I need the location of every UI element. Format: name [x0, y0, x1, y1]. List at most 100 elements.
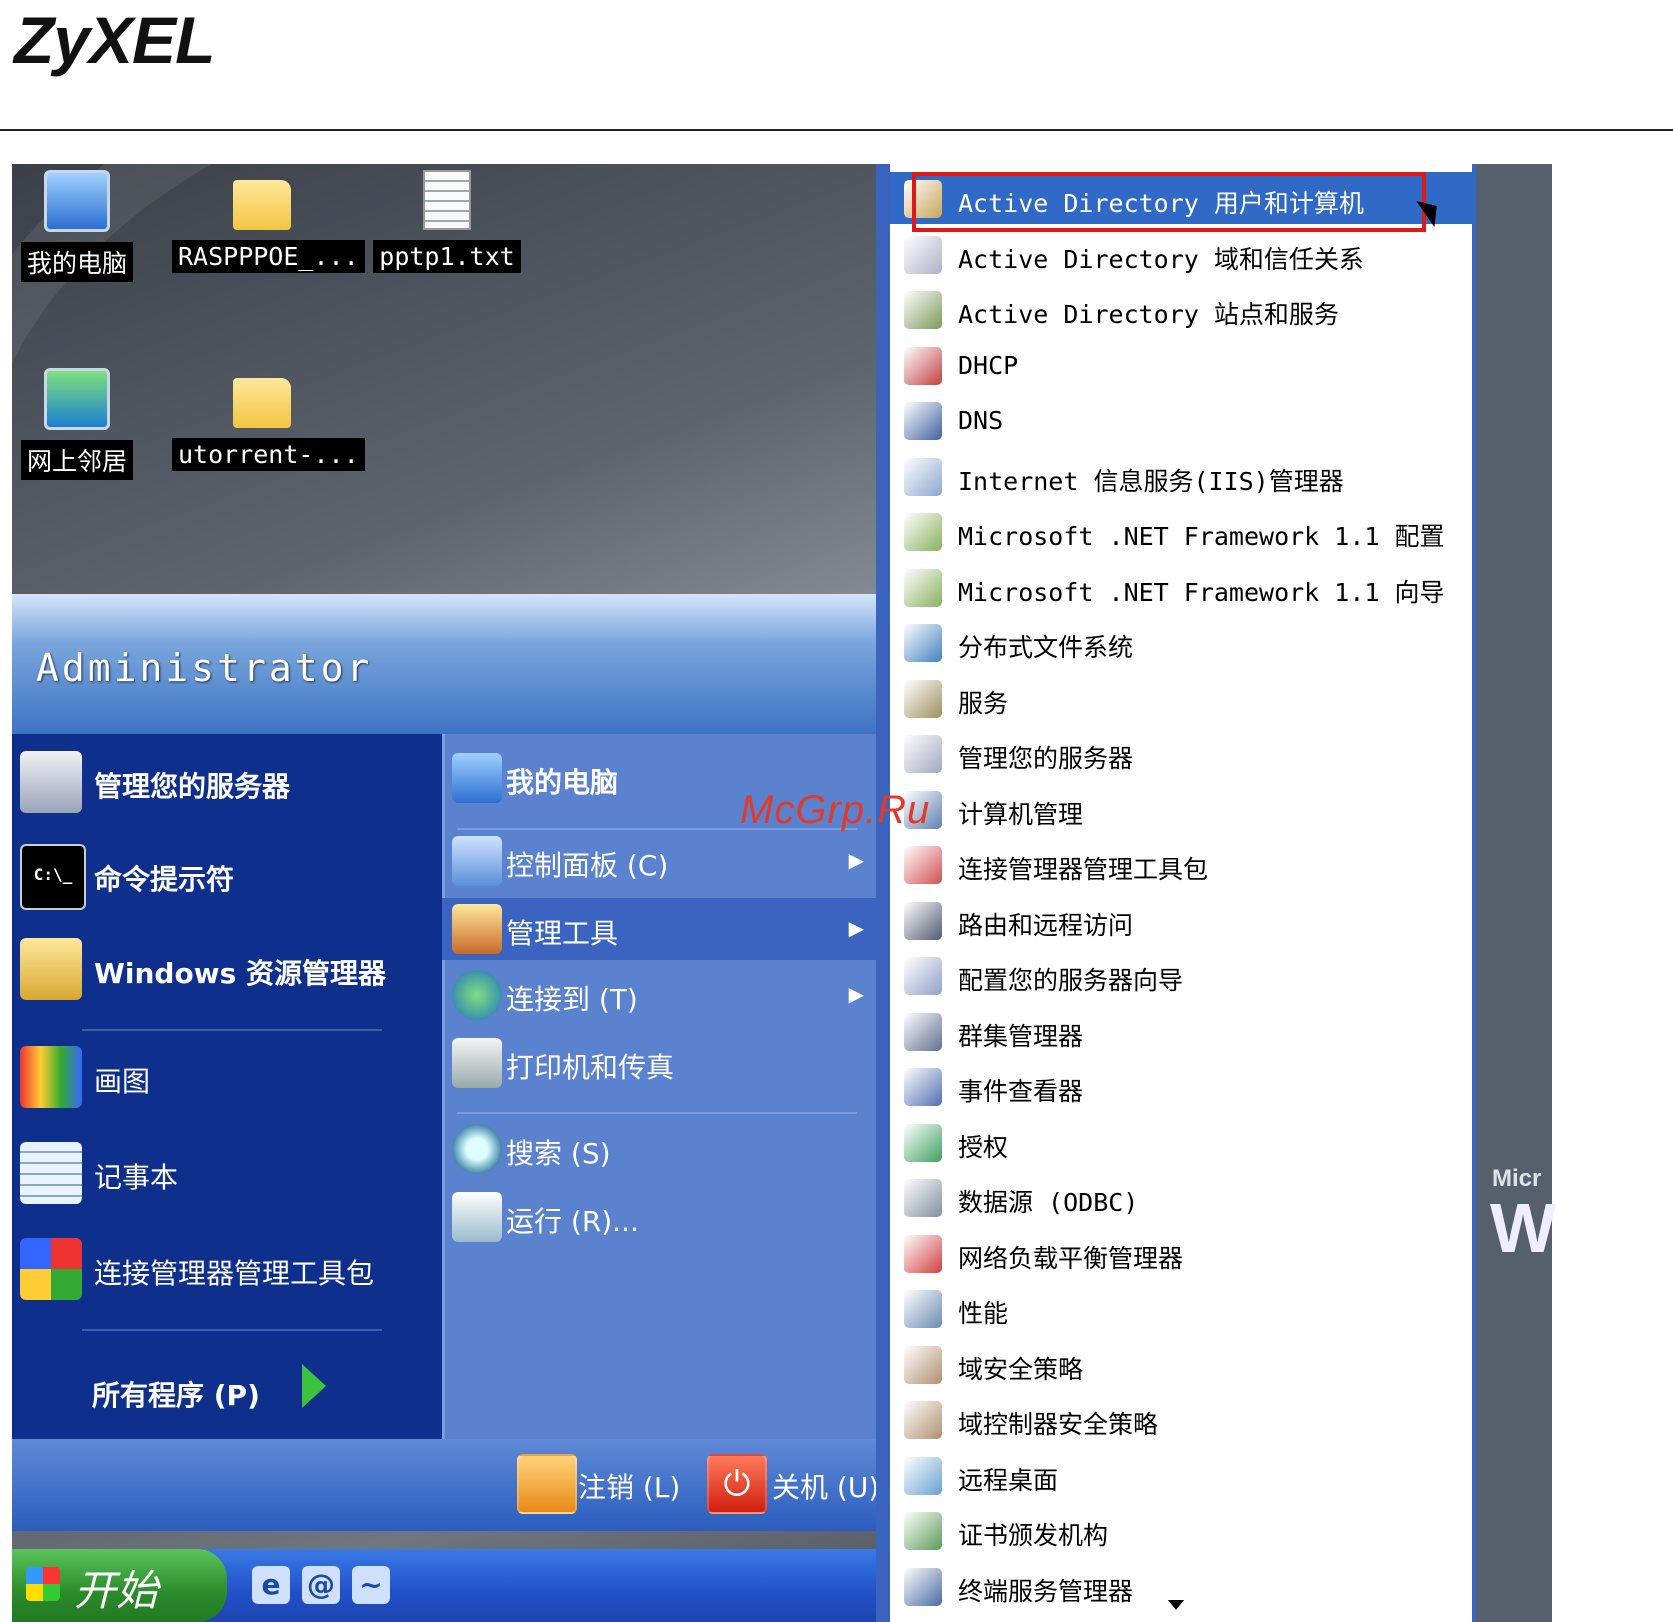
admin-tool-label: 服务: [958, 688, 1009, 718]
logoff-label[interactable]: 注销 (L): [578, 1466, 680, 1506]
admin-tool-item[interactable]: Active Directory 域和信任关系: [890, 228, 1476, 280]
desktop-icon-label: utorrent-...: [172, 438, 365, 471]
desktop-icon-network-places[interactable]: 网上邻居: [12, 368, 142, 480]
item-label: 搜索 (S): [506, 1137, 611, 1170]
connect-to-icon: [452, 970, 502, 1020]
admin-tool-icon: [904, 1401, 942, 1439]
admin-tool-label: Microsoft .NET Framework 1.1 配置: [958, 522, 1445, 551]
admin-tool-icon: [904, 735, 942, 773]
admin-tool-item[interactable]: 连接管理器管理工具包: [890, 838, 1476, 890]
item-label: 运行 (R)...: [506, 1205, 639, 1238]
desktop-icon-label: pptp1.txt: [373, 240, 521, 273]
logoff-button[interactable]: [517, 1454, 577, 1514]
admin-tool-item[interactable]: 群集管理器: [890, 1005, 1476, 1057]
admin-tool-icon: [904, 457, 942, 496]
admin-tool-label: 事件查看器: [958, 1077, 1084, 1106]
more-items-arrow-icon[interactable]: [1168, 1600, 1184, 1610]
item-label: 记事本: [94, 1161, 179, 1194]
admin-tool-icon: [904, 1123, 942, 1162]
admin-tool-item[interactable]: 数据源 (ODBC): [890, 1171, 1476, 1223]
admin-tool-item[interactable]: 服务: [890, 672, 1476, 724]
admin-tool-icon: [904, 1345, 942, 1384]
recent-item-notepad[interactable]: 记事本: [12, 1130, 442, 1220]
internet-explorer-icon[interactable]: e: [252, 1566, 290, 1604]
media-icon[interactable]: ~: [352, 1566, 390, 1604]
admin-tool-icon: [904, 679, 942, 718]
admin-tool-item[interactable]: 域控制器安全策略: [890, 1393, 1476, 1445]
command-prompt-icon: C:\_: [20, 844, 86, 910]
desktop-icon-my-computer[interactable]: 我的电脑: [12, 170, 142, 282]
recent-item-paint[interactable]: 画图: [12, 1034, 442, 1124]
admin-tool-icon: [904, 957, 942, 995]
admin-tool-label: DNS: [958, 406, 1004, 435]
shutdown-label[interactable]: 关机 (U): [772, 1466, 879, 1506]
paint-icon: [20, 1046, 82, 1108]
right-item-connect-to[interactable]: 连接到 (T) ▶: [442, 964, 882, 1026]
admin-tool-label: 配置您的服务器向导: [958, 966, 1184, 995]
right-item-printers[interactable]: 打印机和传真: [442, 1032, 882, 1094]
admin-tool-item[interactable]: 性能: [890, 1282, 1476, 1334]
admin-tool-item[interactable]: 管理您的服务器: [890, 727, 1476, 779]
recent-item-cmak[interactable]: 连接管理器管理工具包: [12, 1226, 442, 1316]
outlook-express-icon[interactable]: @: [302, 1566, 340, 1604]
all-programs-button[interactable]: 所有程序 (P): [92, 1374, 260, 1414]
desktop-icon-label: 网上邻居: [20, 440, 133, 480]
admin-tool-item[interactable]: 远程桌面: [890, 1449, 1476, 1501]
admin-tool-item[interactable]: 配置您的服务器向导: [890, 949, 1476, 1001]
submenu-arrow-icon: ▶: [848, 848, 864, 872]
admin-tool-label: 分布式文件系统: [958, 633, 1134, 662]
admin-tool-item[interactable]: 事件查看器: [890, 1060, 1476, 1112]
shutdown-button[interactable]: ⏻: [707, 1454, 767, 1514]
watermark: McGrp.Ru: [740, 788, 931, 832]
admin-tool-item[interactable]: Microsoft .NET Framework 1.1 配置: [890, 505, 1476, 557]
right-item-search[interactable]: 搜索 (S): [442, 1118, 882, 1180]
admin-tool-icon: [904, 402, 942, 440]
admin-tool-label: 网络负载平衡管理器: [958, 1243, 1184, 1273]
desktop-icon-rasppppoe[interactable]: RASPPPOE_...: [172, 170, 365, 273]
folder-icon: [233, 180, 291, 230]
admin-tool-item[interactable]: 域安全策略: [890, 1338, 1476, 1390]
right-item-run[interactable]: 运行 (R)...: [442, 1186, 882, 1248]
admin-tool-item[interactable]: 分布式文件系统: [890, 616, 1476, 668]
my-computer-icon: [452, 753, 502, 803]
desktop-icon-label: 我的电脑: [20, 242, 133, 282]
item-label: Windows 资源管理器: [94, 957, 386, 990]
admin-tool-icon: [904, 624, 942, 662]
right-item-admin-tools[interactable]: 管理工具 ▶: [442, 898, 882, 960]
admin-tool-item[interactable]: Internet 信息服务(IIS)管理器: [890, 450, 1476, 502]
pinned-item-manage-server[interactable]: 管理您的服务器: [12, 739, 442, 829]
admin-tool-item[interactable]: 网络负载平衡管理器: [890, 1227, 1476, 1279]
desktop-icon-pptp1-txt[interactable]: pptp1.txt: [372, 170, 522, 273]
admin-tool-icon: [904, 235, 942, 274]
admin-tools-icon: [452, 904, 502, 954]
admin-tool-icon: [904, 1012, 942, 1051]
item-label: 控制面板 (C): [506, 849, 669, 882]
item-label: 连接到 (T): [506, 983, 638, 1016]
pinned-item-windows-explorer[interactable]: Windows 资源管理器: [12, 926, 442, 1016]
admin-tool-icon: [904, 1068, 942, 1106]
start-button[interactable]: 开始: [12, 1549, 227, 1622]
right-item-control-panel[interactable]: 控制面板 (C) ▶: [442, 830, 882, 892]
admin-tool-icon: [904, 513, 942, 551]
desktop-edge: [1476, 164, 1552, 1622]
admin-tool-label: 域安全策略: [958, 1354, 1084, 1384]
admin-tool-item[interactable]: 计算机管理: [890, 783, 1476, 835]
admin-tool-item[interactable]: DHCP: [890, 339, 1476, 391]
admin-tool-icon: [904, 1290, 942, 1328]
admin-tool-item[interactable]: Active Directory 站点和服务: [890, 283, 1476, 335]
admin-tool-item[interactable]: Microsoft .NET Framework 1.1 向导: [890, 561, 1476, 613]
annotation-highlight-box: [912, 172, 1426, 232]
admin-tool-item[interactable]: 证书颁发机构: [890, 1504, 1476, 1556]
pinned-item-command-prompt[interactable]: C:\_ 命令提示符: [12, 832, 442, 922]
folder-icon: [233, 378, 291, 428]
admin-tool-item[interactable]: DNS: [890, 394, 1476, 446]
my-computer-icon: [44, 170, 110, 232]
item-label: 连接管理器管理工具包: [94, 1257, 375, 1290]
admin-tool-item[interactable]: 授权: [890, 1116, 1476, 1168]
admin-tool-label: 授权: [958, 1132, 1009, 1162]
search-icon: [452, 1124, 502, 1174]
all-programs-arrow-icon: [302, 1364, 326, 1408]
admin-tool-item[interactable]: 路由和远程访问: [890, 894, 1476, 946]
desktop-icon-utorrent[interactable]: utorrent-...: [172, 368, 365, 471]
admin-tool-icon: [904, 1512, 942, 1550]
